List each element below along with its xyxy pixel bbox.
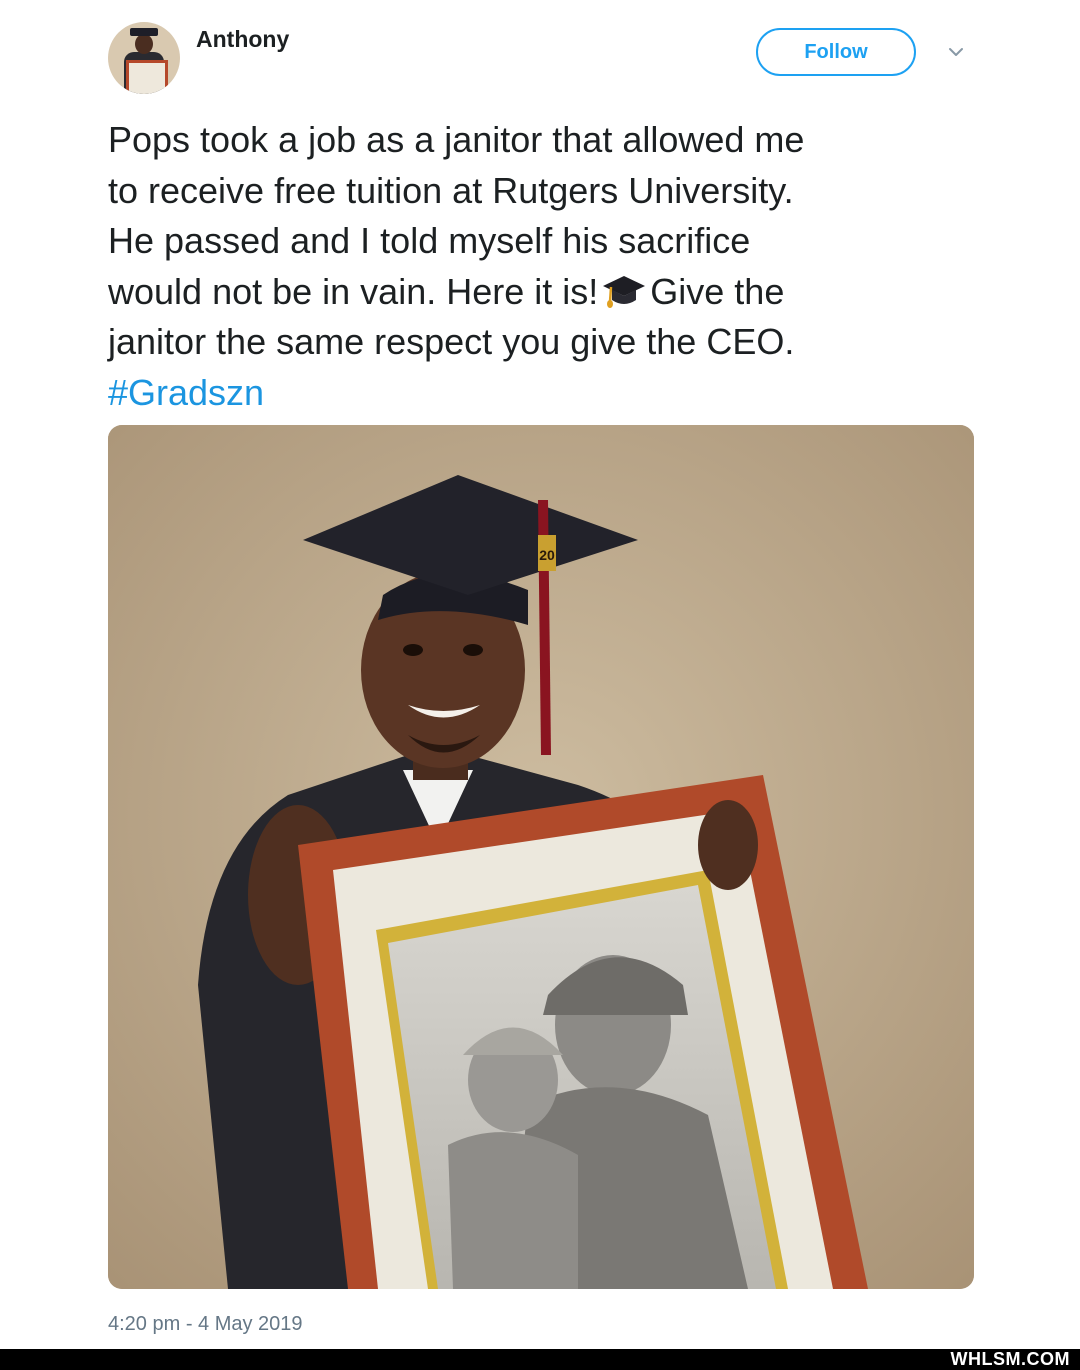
tassel-year: 20 bbox=[539, 547, 555, 563]
tweet-line: Pops took a job as a janitor that allowe… bbox=[108, 119, 805, 160]
chevron-down-icon[interactable] bbox=[944, 40, 968, 64]
tweet-line: to receive free tuition at Rutgers Unive… bbox=[108, 169, 794, 211]
watermark-bar: WHLSM.COM bbox=[0, 1349, 1080, 1370]
author-name[interactable]: Anthony bbox=[196, 26, 289, 53]
graduation-photo-illustration: 20 bbox=[108, 425, 974, 1289]
follow-button[interactable]: Follow bbox=[756, 28, 916, 76]
tweet-line-segment: Give the bbox=[650, 270, 785, 312]
tweet-photo[interactable]: 20 bbox=[108, 425, 974, 1289]
avatar-frame bbox=[126, 60, 168, 94]
avatar-cap bbox=[130, 28, 158, 36]
tweet-line: janitor the same respect you give the CE… bbox=[108, 321, 795, 362]
tweet-line: #Gradszn bbox=[108, 368, 988, 419]
tweet-line-segment: would not be in vain. Here it is! bbox=[108, 270, 599, 312]
tweet-text: Pops took a job as a janitor that allowe… bbox=[108, 115, 988, 418]
watermark-text: WHLSM.COM bbox=[950, 1349, 1070, 1369]
author-avatar[interactable] bbox=[108, 22, 180, 94]
hashtag-link[interactable]: #Gradszn bbox=[108, 372, 264, 413]
graduation-cap-icon bbox=[603, 275, 646, 308]
avatar-head bbox=[135, 34, 153, 54]
tweet-line: He passed and I told myself his sacrific… bbox=[108, 220, 751, 261]
tweet-line: would not be in vain. Here it is! Give t… bbox=[108, 267, 988, 318]
tweet-timestamp[interactable]: 4:20 pm - 4 May 2019 bbox=[108, 1313, 303, 1336]
